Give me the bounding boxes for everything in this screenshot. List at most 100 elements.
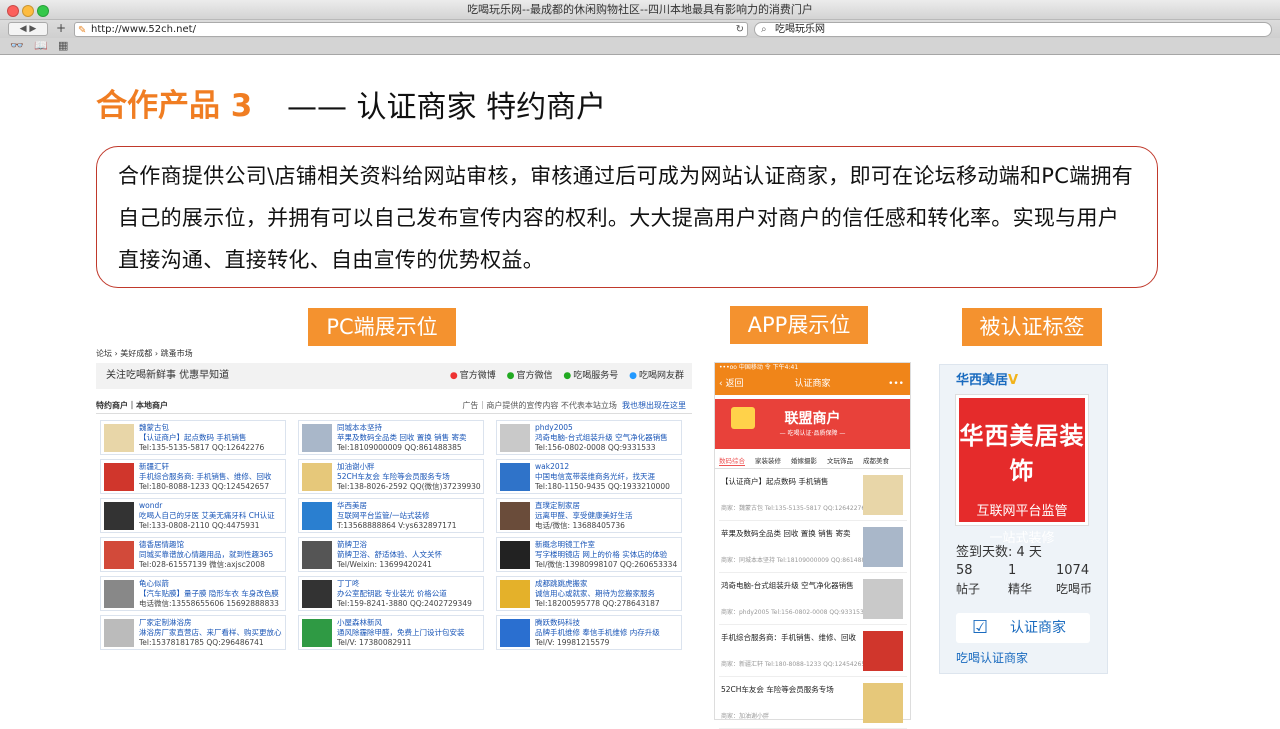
merchant-contact: Tel:180-8088-1233 QQ:124542657 [139,482,270,491]
merchant-cell[interactable]: 新疆汇轩 手机综合服务商: 手机销售、维修、回收 Tel:180-8088-1233… [100,459,286,494]
app-list-item[interactable]: 52CH车友会 车险等会员服务专场 商家：加油谢小胖 [719,681,907,729]
merchant-cell[interactable]: 丁丁咚 办公室配钥匙 专业装光 价格公道 Tel:159-8241-3880 QQ:… [298,576,484,611]
merchant-name[interactable]: wak2012 [535,462,681,472]
app-back-button[interactable]: ‹ 返回 [719,373,743,395]
merchant-ad[interactable]: 中国电信宽带装维商务光纤，找天涯 [535,472,681,482]
merchant-name[interactable]: 厂家定制淋浴房 [139,618,285,628]
social-wechat[interactable]: 官方微信 [516,371,552,381]
merchant-contact: Tel/V: 17380082911 [337,638,412,647]
merchant-cell[interactable]: 成都跳跳虎搬家 诚信用心或就家、期待为您搬家服务 Tel:18200595778 Q… [496,576,682,611]
search-field[interactable]: ⌕ 吃喝玩乐网 [754,22,1272,37]
merchant-name[interactable]: 加油谢小胖 [337,462,483,472]
address-bar[interactable]: ✎ http://www.52ch.net/ ↻ [74,22,748,37]
app-tab[interactable]: 家装装修 [755,457,781,465]
merchant-cell[interactable]: 新概念明镜工作室 写字楼明镜店 网上的价格 实体店的体验 Tel/微信:139809… [496,537,682,572]
merchant-name[interactable]: 龟心似箭 [139,579,285,589]
app-list-item[interactable]: 鸿奇电脑-台式组装升级 空气净化器销售 商家：phdy2005 Tel:156-0… [719,577,907,625]
merchant-ad[interactable]: 【汽车贴膜】量子膜 隐形车衣 车身改色膜 [139,589,285,599]
merchant-cell[interactable]: 加油谢小胖 52CH车友会 车险等会员服务专场 Tel:138-8026-2592 … [298,459,484,494]
bookmarks-icon[interactable]: 📖 [34,38,48,54]
merchant-cell[interactable]: wak2012 中国电信宽带装维商务光纤，找天涯 Tel:180-1150-9435… [496,459,682,494]
merchant-cell[interactable]: wondr 吃喝人自己的牙医 艾美无痛牙科 CH认证 Tel:133-0808-21… [100,498,286,533]
more-icon[interactable]: ••• [888,373,904,395]
merchant-name[interactable]: 新概念明镜工作室 [535,540,681,550]
merchant-cell[interactable]: 龟心似箭 【汽车贴膜】量子膜 隐形车衣 车身改色膜 电话微信:13558655606… [100,576,286,611]
merchant-name[interactable]: 魏蒙古包 [139,423,285,433]
app-tab[interactable]: 成都美食 [863,457,889,465]
merchant-text: 厂家定制淋浴房 淋浴房厂家直营店、来厂看样、购买更放心 Tel:1537818178… [139,618,285,648]
merchant-ad[interactable]: 通风除霾除甲醛，免费上门设计包安装 [337,628,483,638]
app-list-item[interactable]: 苹果及数码全品类 回收 置换 销售 寄卖 商家：同城本本坚持 Tel:181090… [719,525,907,573]
app-tab[interactable]: 数码综合 [719,457,745,466]
merchant-name[interactable]: 腾跃数码科技 [535,618,681,628]
address-url: http://www.52ch.net/ [91,24,196,35]
merchant-cell[interactable]: 厂家定制淋浴房 淋浴房厂家直营店、来厂看样、购买更放心 Tel:1537818178… [100,615,286,650]
merchant-ad[interactable]: 【认证商户】起点数码 手机销售 [139,433,285,443]
merchant-ad[interactable]: 箭牌卫浴、舒适体验、人文关怀 [337,550,483,560]
merchant-ad[interactable]: 品牌手机维修 奉信手机维修 内存升级 [535,628,681,638]
merchant-name[interactable]: 成都跳跳虎搬家 [535,579,681,589]
merchant-contact: 电话/微信: 13688405736 [535,521,625,530]
merchant-ad[interactable]: 互联网平台监管/一站式装修 [337,511,483,521]
merchant-name[interactable]: 德香居情趣馆 [139,540,285,550]
merchant-ad[interactable]: 写字楼明镜店 网上的价格 实体店的体验 [535,550,681,560]
merchant-name[interactable]: 新疆汇轩 [139,462,285,472]
app-item-thumbnail [863,475,903,515]
merchant-name[interactable]: 同城本本坚持 [337,423,483,433]
merchant-cell[interactable]: 华西美居 互联网平台监管/一站式装修 T:13568888864 V:ys63289… [298,498,484,533]
app-navbar: ‹ 返回 认证商家 ••• [715,373,910,395]
merchant-cell[interactable]: 直璞定制家居 远离甲醛、享受健康美好生活 电话/微信: 13688405736 [496,498,682,533]
back-forward-buttons[interactable]: ◀ ▶ [8,22,48,36]
label-app: APP展示位 [730,306,868,344]
merchant-ad[interactable]: 同城买靠谱放心情趣用品，就到性趣365 [139,550,285,560]
maximize-window-button[interactable] [37,5,49,17]
app-list-item[interactable]: 手机综合服务商：手机销售、维修、回收 商家：新疆汇轩 Tel:180-8088-1… [719,629,907,677]
merchant-cell[interactable]: 箭牌卫浴 箭牌卫浴、舒适体验、人文关怀 Tel/Weixin: 1369942024… [298,537,484,572]
reload-icon[interactable]: ↻ [736,23,744,36]
social-qq[interactable]: 吃喝网友群 [639,371,684,381]
section-link[interactable]: 我也想出现在这里 [622,401,686,410]
merchant-name[interactable]: wondr [139,501,285,511]
merchant-thumbnail [104,580,134,608]
merchant-name[interactable]: 直璞定制家居 [535,501,681,511]
minimize-window-button[interactable] [22,5,34,17]
merchant-ad[interactable]: 诚信用心或就家、期待为您搬家服务 [535,589,681,599]
merchant-name[interactable]: 丁丁咚 [337,579,483,589]
social-service[interactable]: 吃喝服务号 [573,371,618,381]
merchant-ad[interactable]: 鸿奇电脑-台式组装升级 空气净化器销售 [535,433,681,443]
merchant-name[interactable]: 箭牌卫浴 [337,540,483,550]
merchant-cell[interactable]: 德香居情趣馆 同城买靠谱放心情趣用品，就到性趣365 Tel:028-6155713… [100,537,286,572]
app-item-meta: 商家：phdy2005 Tel:156-0802-0008 QQ:9331533 [721,609,868,616]
merchant-ad[interactable]: 52CH车友会 车险等会员服务专场 [337,472,483,482]
merchant-text: wondr 吃喝人自己的牙医 艾美无痛牙科 CH认证 Tel:133-0808-21… [139,501,285,531]
merchant-ad[interactable]: 手机综合服务商: 手机销售、维修、回收 [139,472,285,482]
merchant-contact: Tel:156-0802-0008 QQ:9331533 [535,443,656,452]
merchant-name[interactable]: 华西美居 [337,501,483,511]
merchant-name[interactable]: 华西美居V [956,369,1018,388]
merchant-contact: 电话微信:13558655606 15692888833 [139,599,279,608]
merchant-name[interactable]: 小屋森林新风 [337,618,483,628]
app-list-item[interactable]: 【认证商户】起点数码 手机销售 商家：魏蒙古包 Tel:135-5135-5817… [719,473,907,521]
merchant-ad[interactable]: 苹果及数码全品类 回收 置换 销售 寄卖 [337,433,483,443]
reading-list-icon[interactable]: 👓 [10,38,24,54]
app-tab[interactable]: 文玩饰品 [827,457,853,465]
merchant-cell[interactable]: 同城本本坚持 苹果及数码全品类 回收 置换 销售 寄卖 Tel:1810900000… [298,420,484,455]
merchant-cell[interactable]: 魏蒙古包 【认证商户】起点数码 手机销售 Tel:135-5135-5817 QQ:… [100,420,286,455]
verified-merchant-button[interactable]: ☑ 认证商家 [956,613,1090,643]
merchant-cell[interactable]: 小屋森林新风 通风除霾除甲醛，免费上门设计包安装 Tel/V: 1738008291… [298,615,484,650]
merchant-cell[interactable]: phdy2005 鸿奇电脑-台式组装升级 空气净化器销售 Tel:156-0802-… [496,420,682,455]
social-weibo[interactable]: 官方微博 [460,371,496,381]
follow-banner: 关注吃喝新鲜事 优惠早知道 ● 官方微博 ● 官方微信 ● 吃喝服务号 ● 吃喝网友群 [96,363,692,389]
phone-status-bar: •••oo 中国移动 令 下午4:41 [715,363,910,373]
merchant-ad[interactable]: 吃喝人自己的牙医 艾美无痛牙科 CH认证 [139,511,285,521]
top-sites-icon[interactable]: ▦ [58,38,68,54]
new-tab-icon[interactable]: + [54,22,68,36]
merchant-ad[interactable]: 淋浴房厂家直营店、来厂看样、购买更放心 [139,628,285,638]
close-window-button[interactable] [7,5,19,17]
merchant-ad[interactable]: 远离甲醛、享受健康美好生活 [535,511,681,521]
merchant-ad[interactable]: 办公室配钥匙 专业装光 价格公道 [337,589,483,599]
merchant-contact: Tel:18200595778 QQ:278643187 [535,599,660,608]
merchant-cell[interactable]: 腾跃数码科技 品牌手机维修 奉信手机维修 内存升级 Tel/V: 199812155… [496,615,682,650]
merchant-name[interactable]: phdy2005 [535,423,681,433]
app-tab[interactable]: 婚嫁摄影 [791,457,817,465]
